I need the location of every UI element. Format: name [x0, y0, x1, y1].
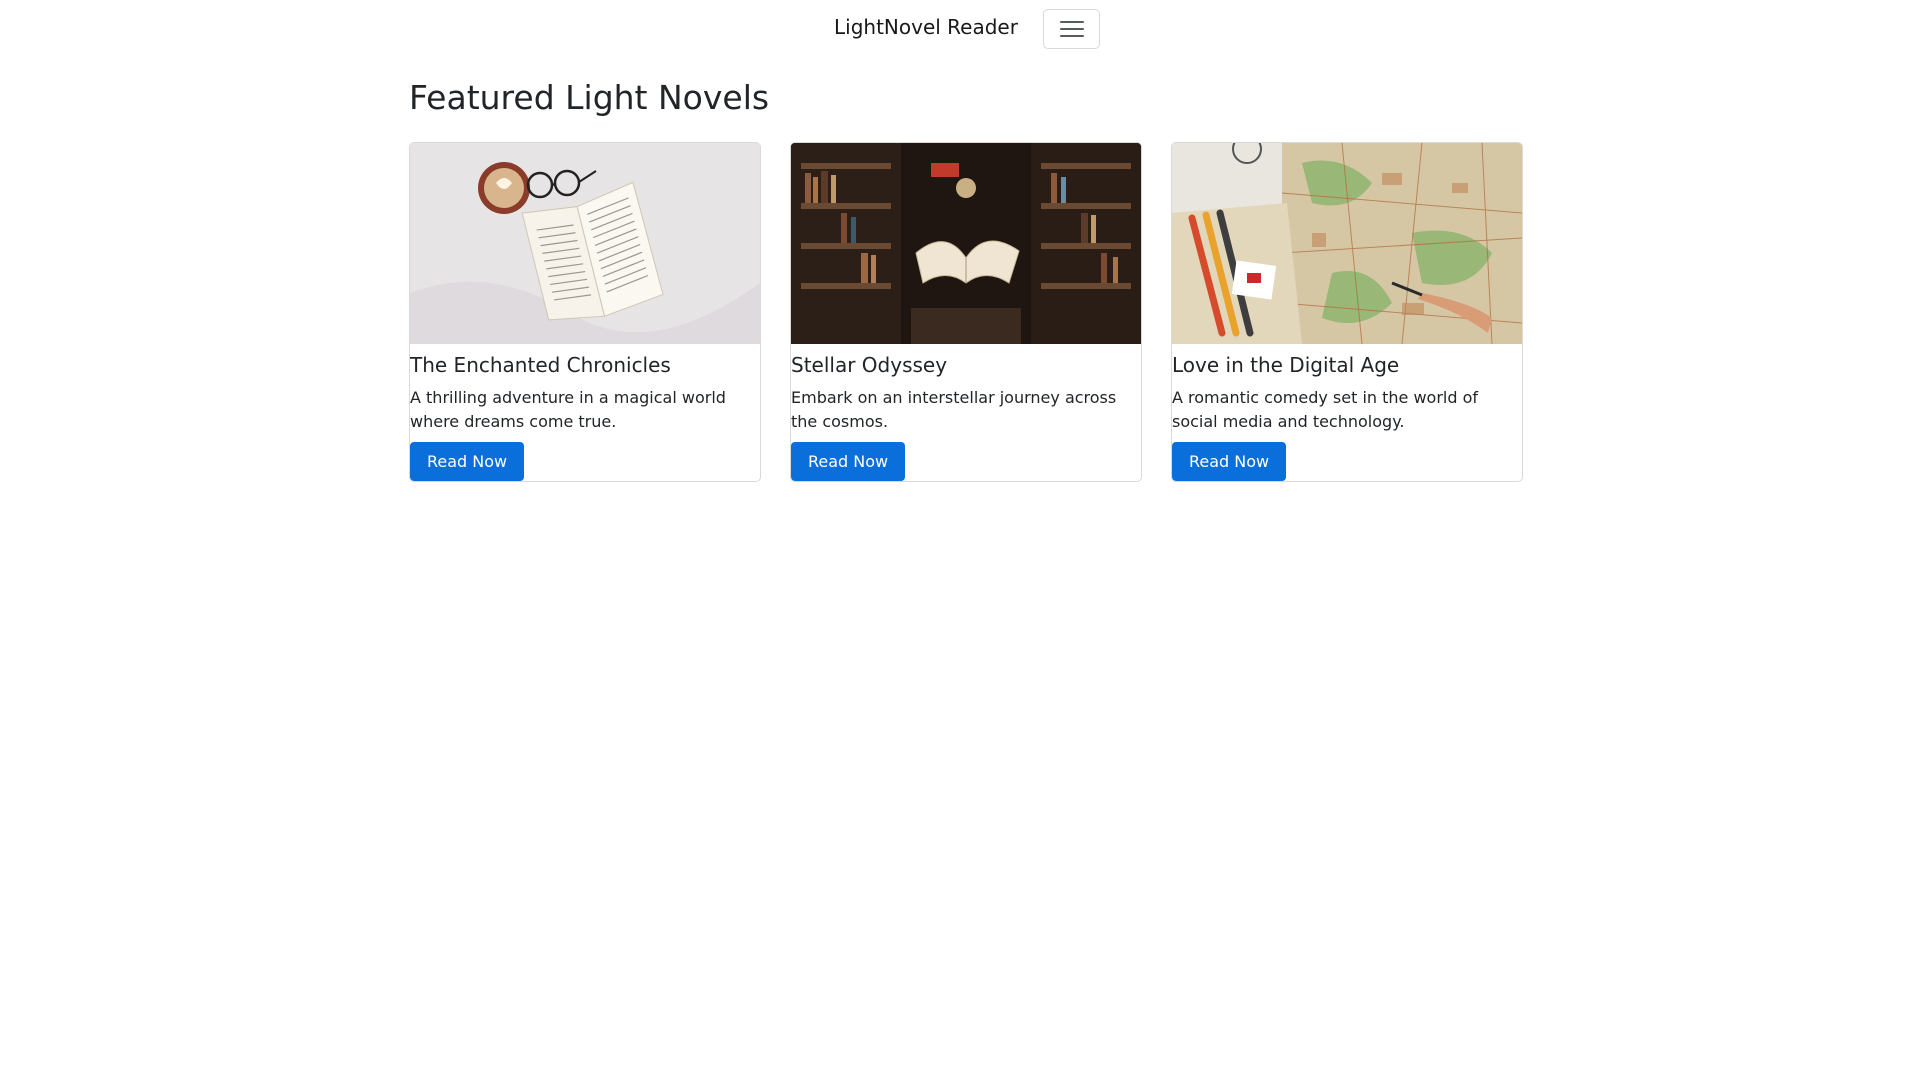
novel-card: Love in the Digital Age A romantic comed…	[1171, 142, 1523, 482]
novel-description: A thrilling adventure in a magical world…	[410, 388, 726, 431]
novel-description: Embark on an interstellar journey across…	[791, 388, 1117, 431]
novel-title: Love in the Digital Age	[1172, 353, 1400, 377]
navbar: LightNovel Reader	[0, 0, 1920, 58]
hamburger-menu-icon	[1059, 21, 1084, 37]
navbar-toggler-button[interactable]	[1043, 9, 1100, 49]
read-now-button[interactable]: Read Now	[791, 442, 906, 481]
novel-title: The Enchanted Chronicles	[410, 353, 671, 377]
read-now-button[interactable]: Read Now	[1172, 442, 1287, 481]
novel-title: Stellar Odyssey	[791, 353, 948, 377]
read-now-button[interactable]: Read Now	[410, 442, 525, 481]
novel-description: A romantic comedy set in the world of so…	[1172, 388, 1479, 431]
page-title: Featured Light Novels	[409, 78, 770, 117]
novel-card: Stellar Odyssey Embark on an interstella…	[790, 142, 1142, 482]
navbar-brand[interactable]: LightNovel Reader	[834, 12, 1018, 42]
novel-cover-image	[1172, 143, 1522, 344]
novel-card: The Enchanted Chronicles A thrilling adv…	[409, 142, 761, 482]
novel-cover-image	[410, 143, 760, 344]
novel-cover-image	[791, 143, 1141, 344]
